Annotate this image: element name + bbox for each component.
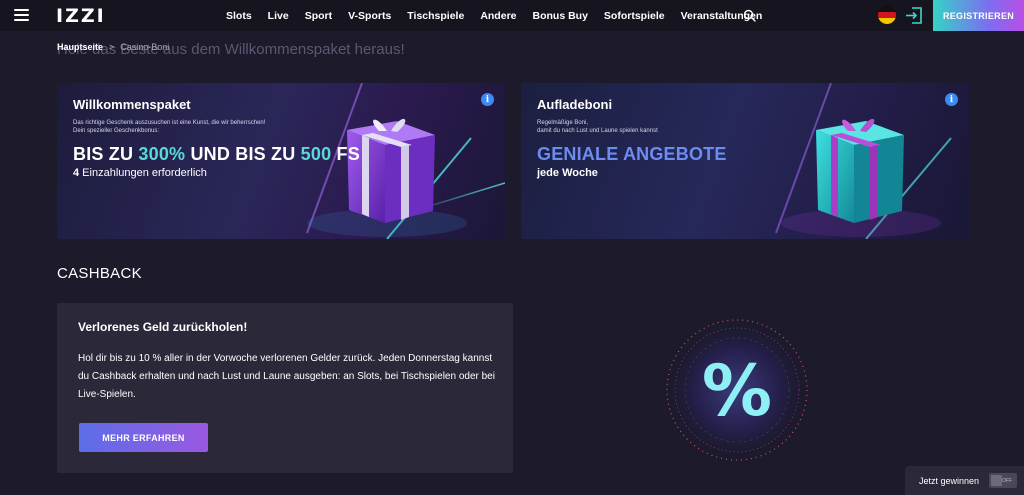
win-now-toggle[interactable]: OFF: [989, 473, 1017, 488]
card-subtitle-line: Das richtige Geschenk auszusuchen ist ei…: [73, 120, 266, 126]
breadcrumb: Hauptseite > Casino-Boni: [57, 42, 169, 52]
headline-accent: 300%: [138, 144, 186, 164]
cashback-box: Verlorenes Geld zurückholen! Hol dir bis…: [57, 303, 513, 473]
nav-item-bonus-buy[interactable]: Bonus Buy: [533, 10, 588, 22]
learn-more-button[interactable]: MEHR ERFAHREN: [79, 423, 208, 452]
headline-accent: 500: [300, 144, 332, 164]
card-title: Willkommenspaket: [73, 97, 191, 112]
nav-item-v-sports[interactable]: V-Sports: [348, 10, 391, 22]
card-detail: jede Woche: [537, 167, 598, 179]
card-headline: BIS ZU 300% UND BIS ZU 500 FS: [73, 144, 360, 165]
top-header: IZZI Slots Live Sport V-Sports Tischspie…: [0, 0, 1024, 31]
headline-text: BIS ZU: [73, 144, 139, 164]
cashback-description: Hol dir bis zu 10 % aller in der Vorwoch…: [78, 353, 495, 400]
win-now-widget[interactable]: Jetzt gewinnen OFF: [905, 466, 1024, 495]
card-subtitle: Das richtige Geschenk auszusuchen ist ei…: [73, 119, 313, 135]
welcome-package-card[interactable]: Willkommenspaket Das richtige Geschenk a…: [57, 83, 505, 239]
cashback-section-title: CASHBACK: [57, 265, 142, 282]
logo[interactable]: IZZI: [56, 5, 106, 27]
headline-text: UND BIS ZU: [185, 144, 301, 164]
card-subtitle-line: damit du nach Lust und Laune spielen kan…: [537, 128, 658, 134]
percent-symbol: %: [702, 350, 772, 432]
card-subtitle-line: Regelmäßige Boni,: [537, 120, 589, 126]
card-subtitle: Regelmäßige Boni, damit du nach Lust und…: [537, 119, 777, 135]
nav-item-live[interactable]: Live: [268, 10, 289, 22]
main-nav: Slots Live Sport V-Sports Tischspiele An…: [226, 0, 778, 31]
register-button[interactable]: REGISTRIEREN: [933, 0, 1024, 31]
card-title: Aufladeboni: [537, 97, 613, 112]
headline-text: FS: [331, 144, 360, 164]
info-icon[interactable]: i: [481, 93, 494, 106]
card-subtitle-line: Dein spezieller Geschenkbonus:: [73, 128, 160, 134]
login-icon[interactable]: [904, 6, 924, 25]
search-icon[interactable]: [743, 9, 756, 22]
cashback-title: Verlorenes Geld zurückholen!: [78, 320, 248, 334]
germany-flag-icon[interactable]: [878, 6, 896, 24]
nav-item-andere[interactable]: Andere: [480, 10, 516, 22]
reload-bonus-card[interactable]: Aufladeboni Regelmäßige Boni, damit du n…: [521, 83, 969, 239]
card-detail: 4 Einzahlungen erforderlich: [73, 167, 207, 179]
win-now-label: Jetzt gewinnen: [919, 475, 980, 486]
nav-item-slots[interactable]: Slots: [226, 10, 252, 22]
nav-item-sofortspiele[interactable]: Sofortspiele: [604, 10, 665, 22]
nav-item-sport[interactable]: Sport: [305, 10, 332, 22]
info-icon[interactable]: i: [945, 93, 958, 106]
card-headline: GENIALE ANGEBOTE: [537, 144, 727, 164]
deposit-text: Einzahlungen erforderlich: [79, 167, 207, 179]
percent-illustration: %: [665, 318, 809, 462]
breadcrumb-current: Casino-Boni: [120, 42, 170, 52]
breadcrumb-home[interactable]: Hauptseite: [57, 42, 103, 52]
breadcrumb-separator: >: [109, 42, 115, 52]
toggle-state-text: OFF: [1002, 477, 1012, 484]
nav-item-tischspiele[interactable]: Tischspiele: [407, 10, 464, 22]
hamburger-icon[interactable]: [14, 9, 29, 21]
